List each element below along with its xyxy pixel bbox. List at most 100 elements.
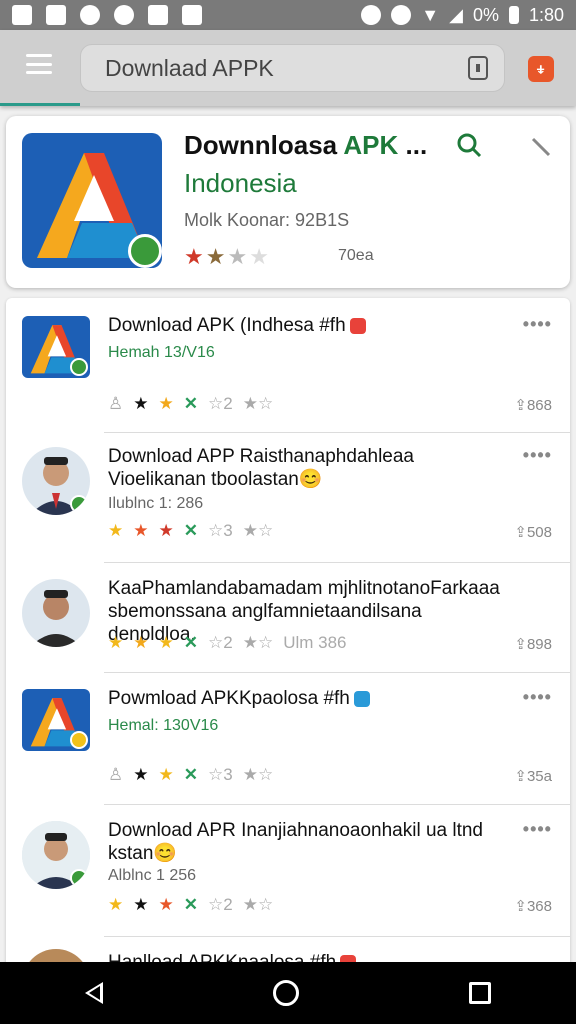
item-title[interactable]: Download APR Inanjiahnanoaonhakil ua ltn…: [108, 819, 500, 865]
gallery-icon: [12, 5, 32, 25]
item-actions: ♙ ★ ★ ✕ ☆3 ★☆: [108, 765, 274, 785]
featured-app-meta: Molk Koonar: 92B1S: [184, 210, 350, 230]
featured-app-subtitle: Indonesia: [184, 168, 297, 198]
star-icon: ★: [108, 521, 124, 540]
item-title[interactable]: Download APK (Indhesa #fh: [108, 314, 500, 337]
verified-badge-icon: [70, 731, 88, 749]
video-icon: [46, 5, 66, 25]
item-meta: Ulm 386: [283, 633, 347, 652]
rating-count: 70ea: [338, 247, 374, 264]
status-bar: ▼ ◢ 0% 1:80: [0, 0, 576, 30]
star-icon: ★☆: [242, 394, 274, 413]
star-icon: ★☆: [242, 765, 274, 784]
star-icon: ★: [158, 394, 174, 413]
app-thumbnail: [22, 689, 90, 751]
clipboard-icon[interactable]: [468, 56, 488, 80]
menu-icon: [26, 54, 52, 57]
home-icon[interactable]: [273, 980, 299, 1006]
bag-icon: [182, 5, 202, 25]
share-count[interactable]: ⇪368: [514, 897, 552, 915]
star-icon: ★☆: [242, 895, 274, 914]
like-icon[interactable]: ♙: [108, 765, 123, 785]
star-icon: ★: [108, 895, 124, 914]
navigation-icon: [148, 5, 168, 25]
battery-icon: [508, 6, 519, 24]
system-navigation-bar: [0, 962, 576, 1024]
star-icon: ✕: [183, 633, 198, 652]
star-icon: ★: [227, 244, 250, 269]
featured-app-title[interactable]: Downnloasa APK ...: [184, 130, 427, 161]
star-icon: ★: [158, 765, 174, 784]
back-icon[interactable]: [85, 982, 103, 1004]
share-count[interactable]: ⇪508: [514, 523, 552, 541]
search-bar[interactable]: Downlaad APPK: [80, 44, 505, 92]
item-subtitle: Ilublnc 1: 286: [108, 495, 204, 512]
item-subtitle: Alblnc 1 256: [108, 867, 197, 884]
more-options-button[interactable]: ••••: [523, 314, 552, 335]
menu-button[interactable]: [26, 54, 52, 74]
share-count[interactable]: ⇪898: [514, 635, 552, 653]
star-icon: ★: [108, 633, 124, 652]
wifi-icon: ▼: [421, 4, 440, 25]
signal-icon: ◢: [449, 4, 463, 25]
clock: 1:80: [528, 4, 564, 25]
verified-badge-icon: [128, 234, 162, 268]
list-item[interactable]: Download APK (Indhesa #fh Hemah 13/V16 •…: [6, 298, 570, 433]
star-icon: ★: [133, 895, 149, 914]
item-actions: ♙ ★ ★ ✕ ☆2 ★☆: [108, 394, 274, 414]
star-icon: ★: [249, 244, 271, 269]
avatar: [22, 447, 90, 515]
item-title[interactable]: Download APP Raisthanaphdahleaa Vioelika…: [108, 445, 500, 491]
app-toolbar: Downlaad APPK ⍖: [0, 30, 576, 106]
star-icon: ✕: [183, 521, 198, 540]
list-item[interactable]: Download APP Raisthanaphdahleaa Vioelika…: [6, 433, 570, 563]
avatar: [22, 821, 90, 889]
settings-icon: [114, 5, 134, 25]
verified-badge-icon: [70, 495, 88, 513]
avatar: [22, 579, 90, 647]
item-title[interactable]: Powmload APKKpaolosa #fh: [108, 687, 500, 710]
vibrate-icon: [391, 5, 412, 25]
recents-icon[interactable]: [469, 982, 491, 1004]
verified-badge-icon: [70, 869, 88, 887]
share-count[interactable]: ⇪868: [514, 396, 552, 414]
search-input[interactable]: Downlaad APPK: [105, 55, 468, 82]
app-logo: [22, 133, 162, 268]
more-options-button[interactable]: ••••: [523, 445, 552, 466]
share-count[interactable]: ⇪35a: [514, 767, 552, 785]
star-icon: ★: [184, 244, 206, 269]
results-list: Download APK (Indhesa #fh Hemah 13/V16 •…: [6, 298, 570, 998]
star-icon: ★: [158, 521, 174, 540]
star-icon: ★: [205, 244, 228, 269]
like-icon[interactable]: ♙: [108, 394, 123, 414]
more-options-button[interactable]: ••••: [523, 819, 552, 840]
tab-indicator: [0, 103, 80, 106]
item-actions: ★ ★ ★ ✕ ☆2 ★☆ Ulm 386: [108, 633, 347, 652]
featured-app-card[interactable]: Downnloasa APK ... Indonesia Molk Koonar…: [6, 116, 570, 288]
tag-icon: [353, 690, 370, 707]
battery-percent: 0%: [472, 4, 499, 25]
star-icon: ★☆: [242, 521, 274, 540]
star-icon: ★: [133, 765, 149, 784]
star-icon: ★: [133, 394, 149, 413]
list-item[interactable]: Download APR Inanjiahnanoaonhakil ua ltn…: [6, 805, 570, 937]
dismiss-icon[interactable]: [530, 136, 552, 158]
voice-search-button[interactable]: ⍖: [528, 56, 554, 82]
verified-badge-icon: [70, 358, 88, 376]
search-icon[interactable]: [456, 132, 482, 158]
star-icon: ✕: [183, 895, 198, 914]
more-options-button[interactable]: ••••: [523, 687, 552, 708]
list-item[interactable]: Powmload APKKpaolosa #fh Hemal: 130V16 •…: [6, 673, 570, 805]
star-icon: ✕: [183, 394, 198, 413]
app-thumbnail: [22, 316, 90, 378]
mic-icon: ⍖: [535, 59, 547, 79]
alarm-icon: [361, 5, 382, 25]
tag-icon: [349, 317, 366, 334]
list-item[interactable]: KaaPhamlandabamadam mjhlitnotanoFarkaaa …: [6, 563, 570, 673]
star-icon: ★: [133, 521, 149, 540]
star-icon: ★: [158, 895, 174, 914]
star-icon: ★☆: [242, 633, 274, 652]
star-icon: ✕: [183, 765, 198, 784]
item-actions: ★ ★ ★ ✕ ☆3 ★☆: [108, 521, 274, 540]
item-subtitle: Hemal: 130V16: [108, 717, 219, 734]
